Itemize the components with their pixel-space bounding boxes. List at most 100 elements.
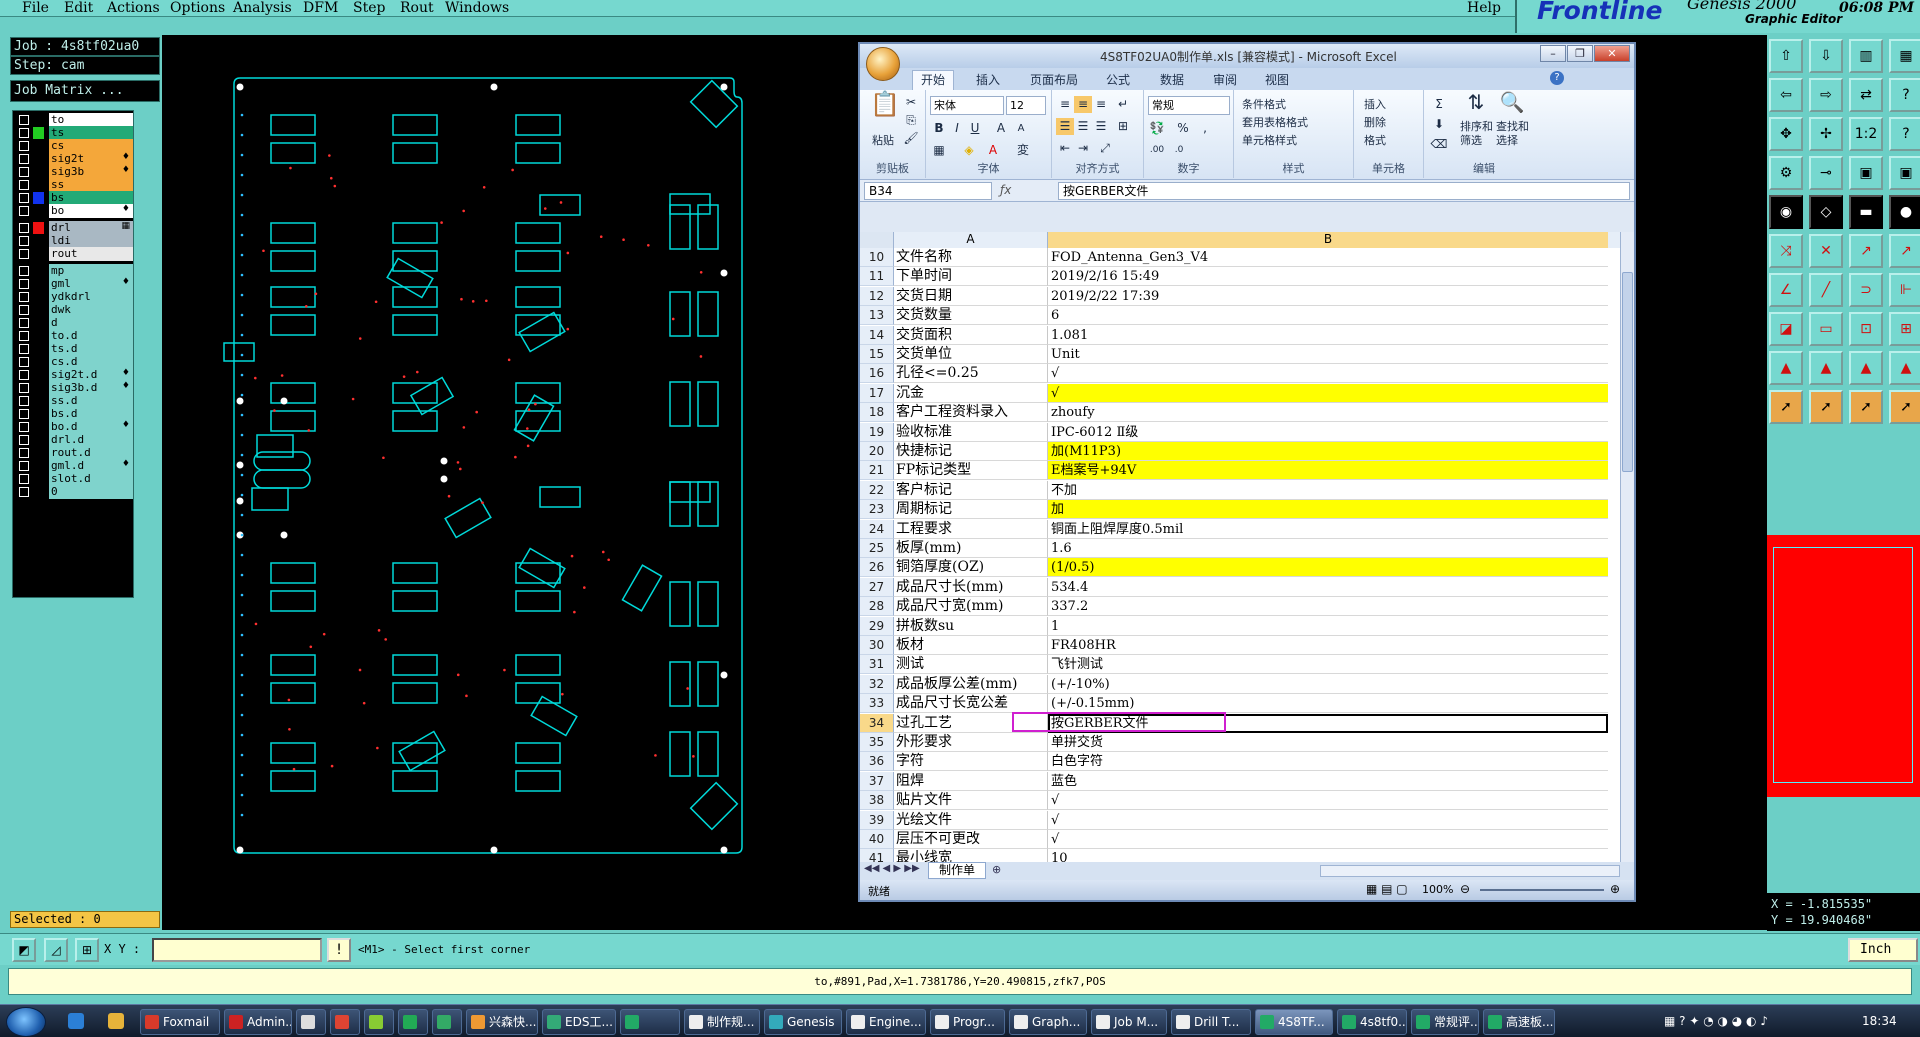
- italic-icon[interactable]: I: [948, 120, 966, 137]
- layer-checkbox[interactable]: [19, 383, 29, 393]
- cell-a[interactable]: 快捷标记: [894, 442, 1048, 461]
- layer-row[interactable]: rout.d: [13, 446, 133, 460]
- explorer-icon[interactable]: [108, 1013, 124, 1029]
- row-number[interactable]: 10: [860, 248, 894, 267]
- menu-rout[interactable]: Rout: [400, 0, 434, 16]
- tool-button-icon[interactable]: ?: [1889, 78, 1920, 112]
- cell-a[interactable]: 验收标准: [894, 422, 1048, 442]
- vertical-scrollbar[interactable]: [1620, 232, 1634, 862]
- sheet-nav-arrows[interactable]: ◀◀ ◀ ▶ ▶▶: [864, 863, 920, 874]
- taskbar-button[interactable]: 4S8TF...: [1255, 1009, 1333, 1035]
- layer-checkbox[interactable]: [19, 448, 29, 458]
- cell-b[interactable]: 1.6: [1048, 539, 1608, 558]
- layer-row[interactable]: ss.d: [13, 394, 133, 408]
- taskbar-button[interactable]: [296, 1009, 326, 1035]
- cell-b[interactable]: 2019/2/22 17:39: [1048, 287, 1608, 306]
- find-select-button[interactable]: 查找和 选择: [1496, 120, 1529, 148]
- layer-color-swatch[interactable]: [33, 140, 44, 152]
- row-number[interactable]: 36: [860, 752, 894, 772]
- row-number[interactable]: 25: [860, 539, 894, 558]
- layer-checkbox[interactable]: [19, 236, 29, 246]
- row-number[interactable]: 32: [860, 674, 894, 694]
- layer-row[interactable]: sig2t ♦: [13, 152, 133, 166]
- layer-checkbox[interactable]: [19, 115, 29, 125]
- align-bottom-icon[interactable]: ≡: [1092, 96, 1110, 113]
- layer-color-swatch[interactable]: [33, 192, 44, 204]
- tool-button-icon[interactable]: ◇: [1809, 195, 1843, 229]
- cell-a[interactable]: 交货单位: [894, 345, 1048, 364]
- cell-style-button[interactable]: 单元格样式: [1242, 132, 1297, 148]
- layer-color-swatch[interactable]: [33, 486, 44, 498]
- layer-row[interactable]: ldi: [13, 234, 133, 248]
- layer-checkbox[interactable]: [19, 141, 29, 151]
- orientation-icon[interactable]: ⤢: [1096, 140, 1114, 157]
- cell-b[interactable]: 534.4: [1048, 578, 1608, 597]
- cell-a[interactable]: FP标记类型: [894, 461, 1048, 481]
- cell-a[interactable]: 外形要求: [894, 733, 1048, 752]
- row-number[interactable]: 35: [860, 733, 894, 752]
- layer-checkbox[interactable]: [19, 180, 29, 190]
- row-number[interactable]: 18: [860, 403, 894, 423]
- cell-a[interactable]: 光绘文件: [894, 810, 1048, 830]
- row-number[interactable]: 23: [860, 500, 894, 520]
- layer-checkbox[interactable]: [19, 357, 29, 367]
- cell-a[interactable]: 成品尺寸长宽公差: [894, 694, 1048, 714]
- row-number[interactable]: 20: [860, 442, 894, 461]
- layer-color-swatch[interactable]: [33, 395, 44, 407]
- layer-color-swatch[interactable]: [33, 127, 44, 139]
- sort-filter-icon[interactable]: ⇅: [1462, 92, 1490, 120]
- row-number[interactable]: 24: [860, 519, 894, 539]
- layer-checkbox[interactable]: [19, 396, 29, 406]
- layer-color-swatch[interactable]: [33, 291, 44, 303]
- restore-button[interactable]: ❐: [1567, 45, 1593, 62]
- cell-a[interactable]: 交货面积: [894, 325, 1048, 345]
- tool-button-icon[interactable]: ✥: [1769, 117, 1803, 151]
- layer-row[interactable]: gml ♦: [13, 277, 133, 291]
- layer-row[interactable]: ss: [13, 178, 133, 192]
- cell-b[interactable]: √: [1048, 791, 1608, 811]
- cell-b[interactable]: 1.081: [1048, 326, 1608, 345]
- minimize-button[interactable]: –: [1540, 45, 1566, 62]
- cell-b[interactable]: √: [1048, 364, 1608, 384]
- cell-b[interactable]: 1: [1048, 617, 1608, 636]
- tool-button-icon[interactable]: ⚙: [1769, 156, 1803, 190]
- cut-icon[interactable]: ✂: [902, 94, 920, 111]
- layer-row[interactable]: rout: [13, 247, 133, 261]
- layer-color-swatch[interactable]: [33, 278, 44, 290]
- horizontal-scrollbar[interactable]: [1320, 865, 1620, 877]
- row-number[interactable]: 29: [860, 616, 894, 636]
- cell-b[interactable]: 加: [1048, 500, 1608, 520]
- office-button[interactable]: [866, 47, 900, 81]
- tool-button-icon[interactable]: ➚: [1849, 390, 1883, 424]
- taskbar-button[interactable]: Progr...: [930, 1009, 1005, 1035]
- clear-icon[interactable]: ⌫: [1430, 136, 1448, 153]
- tool-button-icon[interactable]: ↗: [1889, 234, 1920, 268]
- layer-checkbox[interactable]: [19, 279, 29, 289]
- layer-color-swatch[interactable]: [33, 265, 44, 277]
- row-number[interactable]: 15: [860, 345, 894, 364]
- layer-row[interactable]: cs: [13, 139, 133, 153]
- start-button[interactable]: [6, 1007, 46, 1037]
- taskbar-button[interactable]: Genesis: [764, 1009, 842, 1035]
- insert-sheet-icon[interactable]: ⊕: [992, 863, 1001, 876]
- tab-page-layout[interactable]: 页面布局: [1030, 71, 1078, 88]
- cell-a[interactable]: 沉金: [894, 383, 1048, 403]
- layer-checkbox[interactable]: [19, 223, 29, 233]
- align-right-icon[interactable]: ☰: [1092, 118, 1110, 135]
- taskbar-button[interactable]: Graph...: [1009, 1009, 1087, 1035]
- cell-b[interactable]: (1/0.5): [1048, 558, 1608, 578]
- cell-b[interactable]: 蓝色: [1048, 772, 1608, 791]
- formula-input[interactable]: 按GERBER文件: [1058, 182, 1630, 200]
- cell-a[interactable]: 孔径<=0.25: [894, 364, 1048, 384]
- tab-data[interactable]: 数据: [1160, 71, 1184, 88]
- layer-color-swatch[interactable]: [33, 205, 44, 217]
- zoom-in-icon[interactable]: ⊕: [1610, 882, 1620, 896]
- table-format-button[interactable]: 套用表格格式: [1242, 114, 1308, 130]
- taskbar-button[interactable]: Foxmail: [140, 1009, 220, 1035]
- shrink-font-icon[interactable]: A: [1012, 120, 1030, 137]
- taskbar-button[interactable]: 兴森快...: [466, 1009, 538, 1035]
- cell-b[interactable]: √: [1048, 830, 1608, 849]
- view-preview[interactable]: [1767, 535, 1920, 797]
- increase-indent-icon[interactable]: ⇥: [1074, 140, 1092, 157]
- layer-checkbox[interactable]: [19, 487, 29, 497]
